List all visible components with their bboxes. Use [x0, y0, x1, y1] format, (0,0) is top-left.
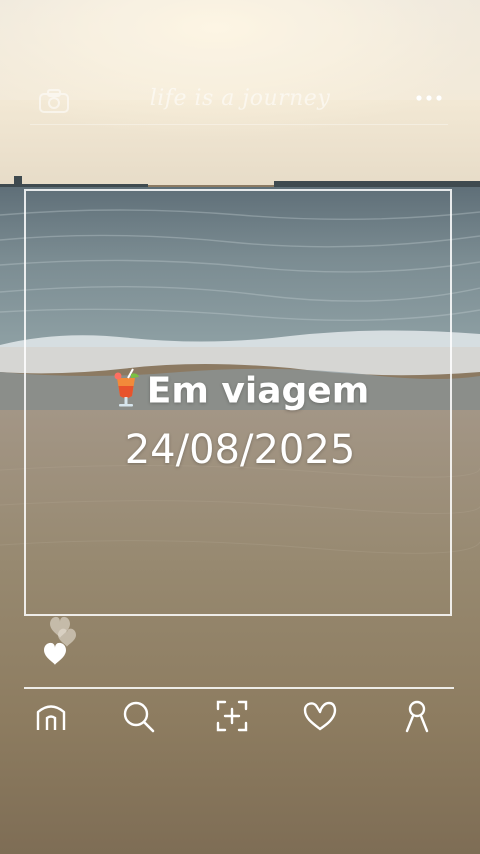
header-divider [30, 124, 448, 125]
heart-icon[interactable] [302, 698, 338, 734]
top-bar: life is a journey [0, 78, 480, 124]
bottom-nav [0, 698, 480, 738]
caption-title-row: Em viagem [0, 368, 480, 417]
nav-divider [24, 687, 454, 689]
tropical-drink-icon [111, 368, 141, 417]
caption-date: 24/08/2025 [124, 427, 356, 473]
caption-title: Em viagem [146, 370, 370, 412]
home-icon[interactable] [33, 698, 69, 734]
search-icon[interactable] [120, 698, 156, 734]
profile-icon[interactable] [399, 698, 435, 734]
more-icon[interactable] [414, 92, 444, 104]
header-title: life is a journey [149, 86, 331, 111]
caption: Em viagem 24/08/2025 [0, 368, 480, 473]
add-post-icon[interactable] [214, 698, 250, 734]
hearts-icon[interactable] [36, 608, 86, 670]
